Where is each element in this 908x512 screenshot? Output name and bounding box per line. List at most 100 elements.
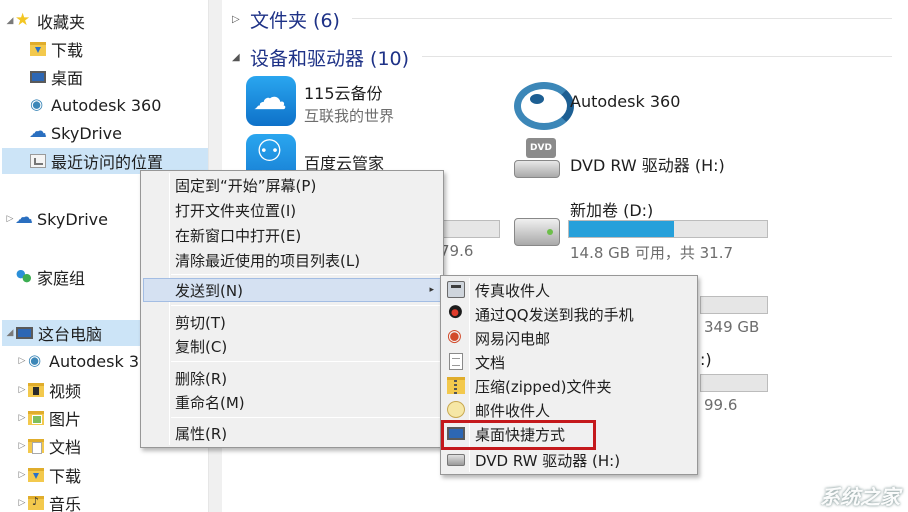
document-icon <box>449 353 463 370</box>
send-to-qq-phone[interactable]: 通过QQ发送到我的手机 <box>443 301 695 326</box>
recent-places-icon <box>30 154 46 168</box>
menu-item-clear-recent[interactable]: 清除最近使用的项目列表(L) <box>143 248 441 272</box>
nav-item-label: 下载 <box>51 41 84 60</box>
nav-item-label: 图片 <box>49 410 82 429</box>
nav-item-label: 下载 <box>49 467 82 486</box>
group-divider <box>422 56 892 57</box>
expand-icon[interactable]: ▷ <box>16 441 28 451</box>
tile-autodesk-360-name[interactable]: Autodesk 360 <box>570 92 680 111</box>
hard-disk-icon[interactable] <box>514 218 560 246</box>
desktop-icon <box>30 71 46 83</box>
nav-skydrive[interactable]: ▷ SkyDrive <box>4 206 108 232</box>
disk-usage-bar <box>440 220 500 238</box>
group-header-devices[interactable]: ◢ 设备和驱动器 (10) <box>232 44 892 71</box>
nav-item-downloads[interactable]: 下载 <box>30 36 83 62</box>
send-to-fax[interactable]: 传真收件人 <box>443 278 695 302</box>
qq-icon <box>447 301 465 322</box>
dvd-drive-icon[interactable]: DVD <box>514 138 560 180</box>
documents-folder-icon <box>28 439 44 454</box>
group-header-label: 文件夹 (6) <box>250 10 340 32</box>
downloads-folder-icon <box>28 468 44 482</box>
star-icon <box>15 10 32 30</box>
tile-115-sub: 互联我的世界 <box>304 107 395 125</box>
disk-usage-bar <box>700 296 768 314</box>
tile-partial-sub: 79.6 <box>440 242 474 260</box>
nav-item-pictures[interactable]: ▷ 图片 <box>16 405 81 431</box>
videos-folder-icon <box>28 383 44 397</box>
nav-item-autodesk-360[interactable]: Autodesk 360 <box>30 92 161 118</box>
menu-item-open-location[interactable]: 打开文件夹位置(I) <box>143 198 441 222</box>
menu-item-open-new-window[interactable]: 在新窗口中打开(E) <box>143 223 441 247</box>
tile-dvd-name[interactable]: DVD RW 驱动器 (H:) <box>570 152 725 176</box>
expand-icon[interactable]: ▷ <box>16 356 28 366</box>
expand-icon[interactable]: ▷ <box>16 498 28 508</box>
autodesk-360-icon[interactable] <box>512 76 574 130</box>
send-to-zip[interactable]: 压缩(zipped)文件夹 <box>443 374 695 398</box>
disk-d-usage-bar <box>568 220 768 238</box>
submenu-arrow-icon: ▸ <box>429 285 434 295</box>
nav-favorites[interactable]: ◢ 收藏夹 <box>4 8 85 34</box>
collapse-icon[interactable]: ◢ <box>4 328 16 338</box>
nav-item-videos[interactable]: ▷ 视频 <box>16 377 81 403</box>
nav-item-desktop[interactable]: 桌面 <box>30 64 83 90</box>
send-to-documents[interactable]: 文档 <box>443 350 695 374</box>
send-to-dvd-drive[interactable]: DVD RW 驱动器 (H:) <box>443 448 695 472</box>
menu-item-properties[interactable]: 属性(R) <box>143 421 441 445</box>
nav-item-music[interactable]: ▷ 音乐 <box>16 490 81 512</box>
nav-item-downloads-pc[interactable]: ▷ 下载 <box>16 462 81 488</box>
skydrive-icon <box>29 121 47 142</box>
homegroup-icon <box>16 267 32 284</box>
nav-this-pc-label: 这台电脑 <box>38 325 103 344</box>
watermark: 系统之家 <box>820 485 900 509</box>
autodesk-360-icon <box>30 95 46 113</box>
chevron-down-icon[interactable]: ◢ <box>232 52 250 63</box>
pictures-folder-icon <box>28 411 44 425</box>
nav-homegroup[interactable]: 家庭组 <box>4 264 85 290</box>
mail-recipient-icon <box>447 401 465 418</box>
disk-d-usage-fill <box>569 221 674 237</box>
netease-mail-icon <box>447 326 465 346</box>
menu-item-pin-start[interactable]: 固定到“开始”屏幕(P) <box>143 173 441 197</box>
nav-item-label: 文档 <box>49 438 82 457</box>
computer-icon <box>16 327 33 339</box>
expand-icon[interactable]: ▷ <box>16 470 28 480</box>
menu-item-rename[interactable]: 重命名(M) <box>143 390 441 414</box>
music-folder-icon <box>28 495 44 510</box>
expand-icon[interactable]: ▷ <box>16 413 28 423</box>
app-115-cloud-icon[interactable] <box>246 76 296 126</box>
nav-item-documents[interactable]: ▷ 文档 <box>16 433 81 459</box>
group-header-label: 设备和驱动器 (10) <box>250 48 410 70</box>
nav-item-autodesk[interactable]: ▷ Autodesk 3 <box>16 348 139 374</box>
menu-item-cut[interactable]: 剪切(T) <box>143 310 441 334</box>
fax-icon <box>447 281 465 298</box>
menu-item-delete[interactable]: 删除(R) <box>143 366 441 390</box>
menu-separator <box>171 361 441 362</box>
tile-partial-name: :) <box>700 350 712 369</box>
send-to-netease-mail[interactable]: 网易闪电邮 <box>443 326 695 350</box>
drive-base <box>514 160 560 178</box>
autodesk-360-icon <box>28 351 44 369</box>
nav-item-skydrive-fav[interactable]: SkyDrive <box>29 120 122 146</box>
explorer-window: ◢ 收藏夹 下载 桌面 Autodesk 360 SkyDrive 最近访问的位… <box>0 0 908 512</box>
chevron-right-icon[interactable]: ▷ <box>232 14 250 25</box>
nav-skydrive-label: SkyDrive <box>37 209 108 229</box>
baidu-cloud-icon[interactable] <box>246 134 296 172</box>
nav-homegroup-label: 家庭组 <box>37 269 86 288</box>
send-to-mail-recipient[interactable]: 邮件收件人 <box>443 398 695 422</box>
group-header-folders[interactable]: ▷ 文件夹 (6) <box>232 6 892 33</box>
nav-item-label: Autodesk 360 <box>51 95 162 115</box>
tile-disk-d-name[interactable]: 新加卷 (D:) <box>570 197 653 221</box>
tile-partial-sub: 99.6 <box>704 396 738 414</box>
nav-item-label: SkyDrive <box>51 123 122 143</box>
expand-icon[interactable]: ▷ <box>16 385 28 395</box>
dvd-drive-icon <box>447 454 465 466</box>
nav-favorites-label: 收藏夹 <box>37 13 86 32</box>
tile-115-name[interactable]: 115云备份 <box>304 80 383 104</box>
menu-item-send-to[interactable]: 发送到(N) ▸ <box>143 278 441 302</box>
skydrive-icon <box>15 207 33 228</box>
disk-usage-bar <box>700 374 768 392</box>
nav-item-label: 桌面 <box>51 69 84 88</box>
dvd-label: DVD <box>526 138 556 158</box>
group-divider <box>352 18 892 19</box>
menu-item-copy[interactable]: 复制(C) <box>143 334 441 358</box>
